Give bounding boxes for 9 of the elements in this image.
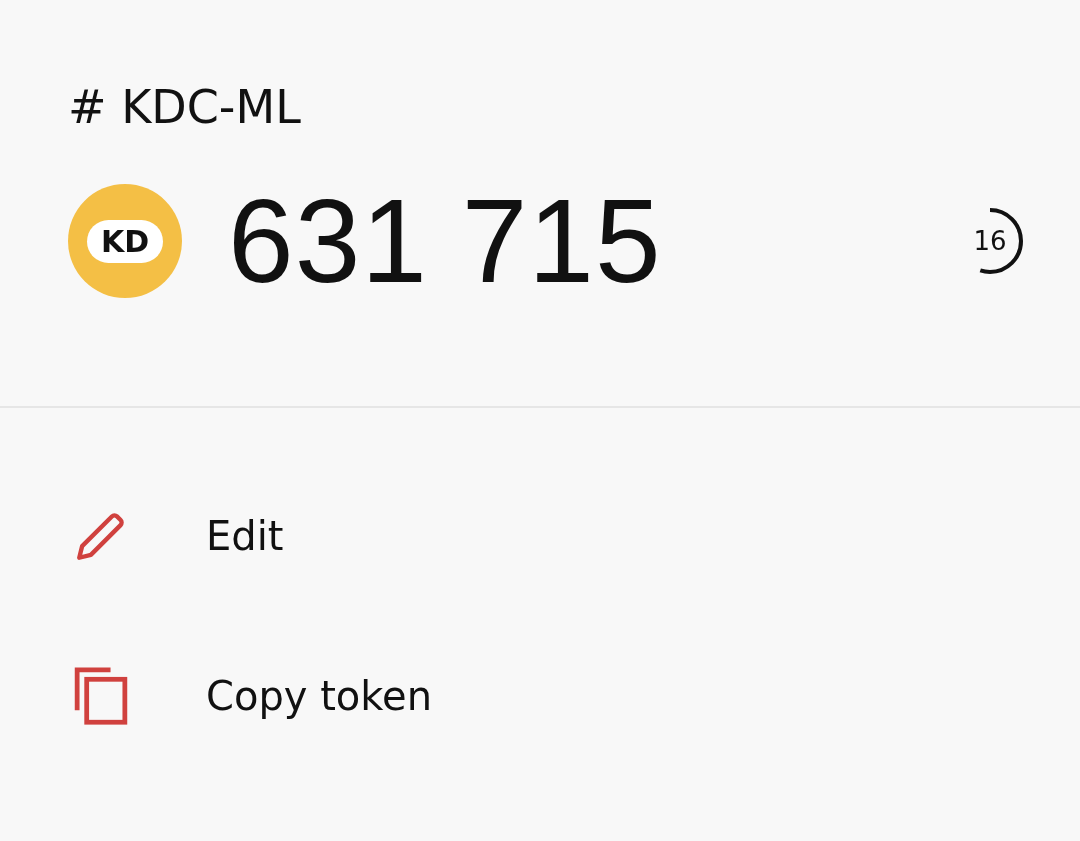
- account-title: # KDC-ML: [68, 79, 302, 136]
- copy-icon: [72, 665, 130, 727]
- menu-item-label: Copy token: [206, 673, 433, 719]
- menu-item[interactable]: Copy token: [0, 616, 1080, 776]
- countdown-seconds: 16: [973, 226, 1007, 256]
- token-code: 631 715: [228, 174, 663, 309]
- menu-item[interactable]: Edit: [0, 456, 1080, 616]
- avatar-initials: KD: [86, 219, 164, 263]
- menu-item-label: Edit: [206, 513, 284, 559]
